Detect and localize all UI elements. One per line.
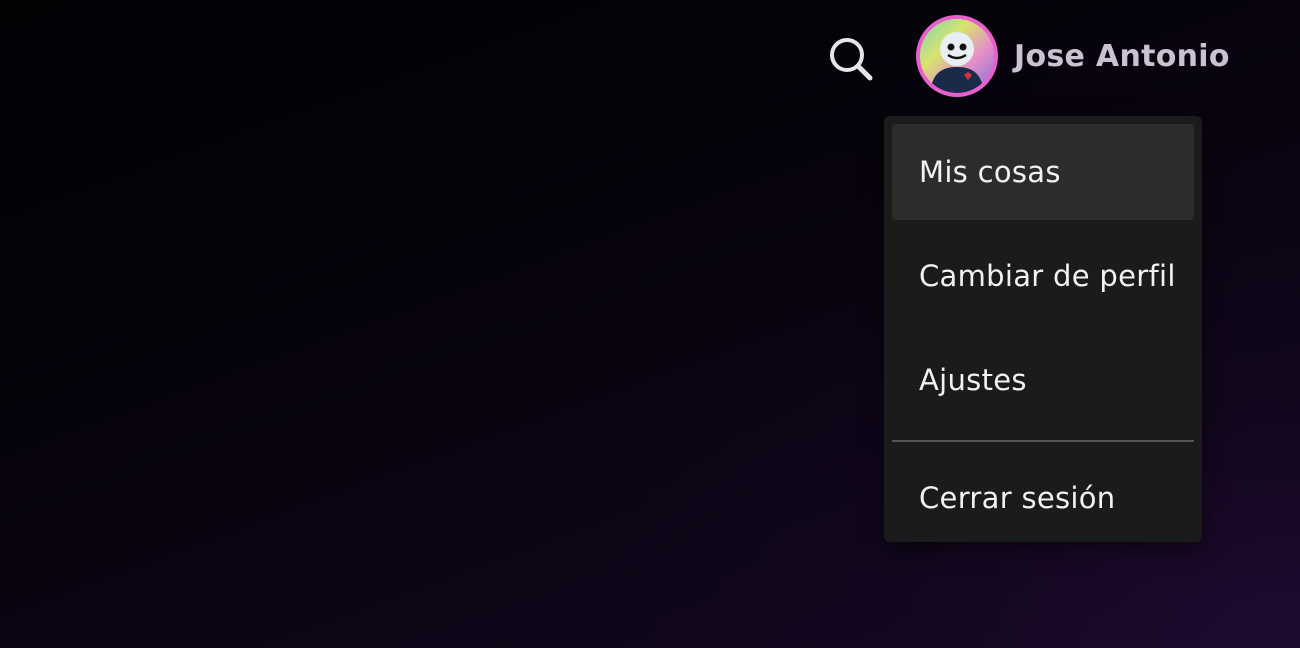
menu-item-label: Cambiar de perfil: [919, 259, 1176, 293]
menu-item-ajustes[interactable]: Ajustes: [892, 332, 1194, 428]
menu-item-cambiar-perfil[interactable]: Cambiar de perfil: [892, 228, 1194, 324]
menu-item-label: Ajustes: [919, 363, 1027, 397]
avatar-image: [920, 19, 994, 93]
menu-item-mis-cosas[interactable]: Mis cosas: [892, 124, 1194, 220]
profile-button[interactable]: Jose Antonio: [916, 15, 1230, 97]
profile-name: Jose Antonio: [1014, 38, 1230, 74]
menu-item-label: Mis cosas: [919, 155, 1061, 189]
search-button[interactable]: [826, 34, 874, 82]
avatar: [916, 15, 998, 97]
search-icon: [830, 38, 873, 81]
profile-dropdown-menu: Mis cosas Cambiar de perfil Ajustes Cerr…: [884, 116, 1202, 542]
menu-item-cerrar-sesion[interactable]: Cerrar sesión: [892, 450, 1194, 546]
menu-divider: [892, 440, 1194, 442]
menu-item-label: Cerrar sesión: [919, 481, 1116, 515]
